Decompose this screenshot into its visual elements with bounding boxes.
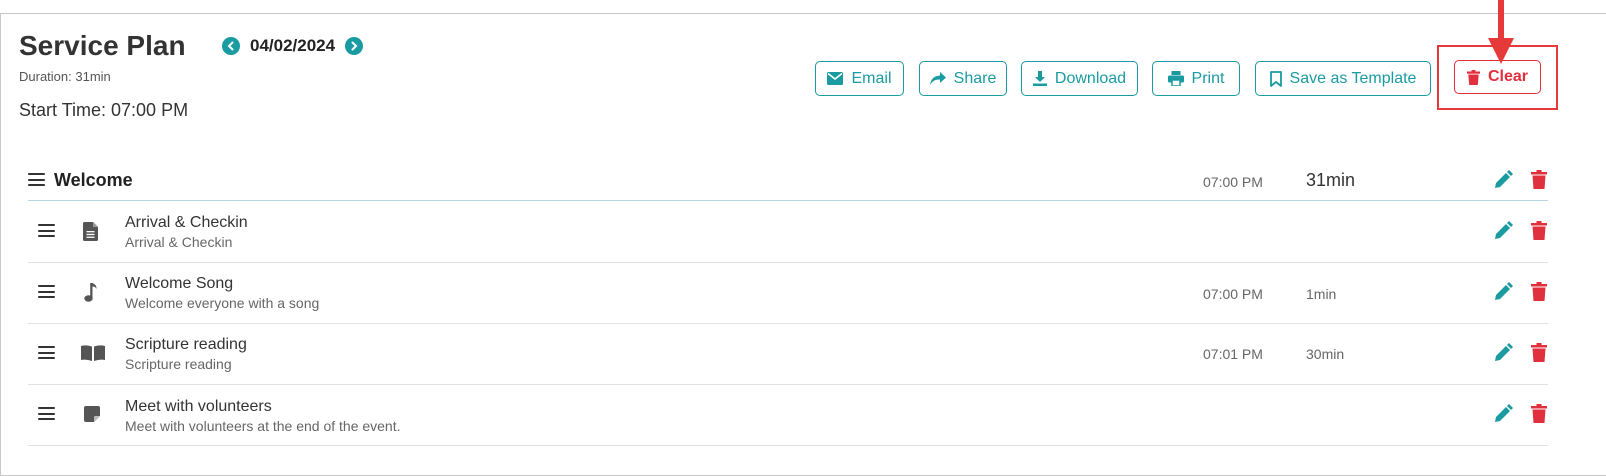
download-icon <box>1032 71 1047 86</box>
email-button-label: Email <box>851 69 892 87</box>
book-icon <box>81 345 105 361</box>
drag-handle-icon[interactable] <box>38 224 55 237</box>
list-item <box>28 202 1548 263</box>
section-duration: 31min <box>1306 170 1356 190</box>
annotation-arrow-icon <box>1488 0 1514 64</box>
file-icon <box>83 222 98 241</box>
item-subtitle: Scripture reading <box>125 356 232 372</box>
save-as-template-button[interactable]: Save as Template <box>1255 61 1431 96</box>
music-note-icon <box>84 283 97 302</box>
printer-icon <box>1167 71 1184 86</box>
item-subtitle: Arrival & Checkin <box>125 234 233 250</box>
print-button-label: Print <box>1191 69 1225 87</box>
edit-pencil-icon[interactable] <box>1493 221 1513 241</box>
item-duration: 30min <box>1306 346 1345 362</box>
chevron-right-icon <box>351 41 358 51</box>
item-title: Arrival & Checkin <box>125 214 248 231</box>
delete-trash-icon[interactable] <box>1531 221 1547 240</box>
sticky-note-icon <box>84 406 100 422</box>
item-title: Scripture reading <box>125 336 247 353</box>
next-date-button[interactable] <box>345 37 364 55</box>
item-title: Welcome Song <box>125 275 234 292</box>
share-button-label: Share <box>953 69 997 87</box>
delete-trash-icon[interactable] <box>1531 404 1547 423</box>
item-title: Meet with volunteers <box>125 398 272 415</box>
page-title: Service Plan <box>19 30 186 61</box>
chevron-left-icon <box>227 41 234 51</box>
item-time: 07:00 PM <box>1203 286 1263 302</box>
download-button-label: Download <box>1054 69 1127 87</box>
delete-trash-icon[interactable] <box>1531 343 1547 362</box>
download-button[interactable]: Download <box>1021 61 1138 96</box>
edit-pencil-icon[interactable] <box>1493 343 1513 363</box>
item-subtitle: Welcome everyone with a song <box>125 295 320 311</box>
delete-section-trash-icon[interactable] <box>1531 170 1547 189</box>
date-navigator: 04/02/2024 <box>222 36 364 56</box>
print-button[interactable]: Print <box>1152 61 1240 96</box>
delete-trash-icon[interactable] <box>1531 282 1547 301</box>
item-time: 07:01 PM <box>1203 346 1263 362</box>
item-subtitle: Meet with volunteers at the end of the e… <box>125 418 401 434</box>
drag-handle-icon[interactable] <box>38 407 55 420</box>
plan-start-time: Start Time: 07:00 PM <box>19 100 189 120</box>
email-button[interactable]: Email <box>815 61 904 96</box>
plan-duration: Duration: 31min <box>19 69 111 84</box>
item-duration: 1min <box>1306 286 1337 302</box>
envelope-icon <box>827 72 844 85</box>
edit-pencil-icon[interactable] <box>1493 404 1513 424</box>
drag-handle-icon[interactable] <box>38 346 55 359</box>
save-as-template-label: Save as Template <box>1289 69 1417 87</box>
current-date: 04/02/2024 <box>250 36 336 55</box>
section-time: 07:00 PM <box>1203 174 1263 190</box>
previous-date-button[interactable] <box>222 37 240 55</box>
edit-pencil-icon[interactable] <box>1493 282 1513 302</box>
section-title: Welcome <box>54 170 133 190</box>
bookmark-icon <box>1269 70 1282 87</box>
share-icon <box>929 71 946 86</box>
share-button[interactable]: Share <box>919 61 1007 96</box>
edit-section-pencil-icon[interactable] <box>1493 170 1513 190</box>
section-drag-handle-icon[interactable] <box>28 173 45 186</box>
drag-handle-icon[interactable] <box>38 285 55 298</box>
